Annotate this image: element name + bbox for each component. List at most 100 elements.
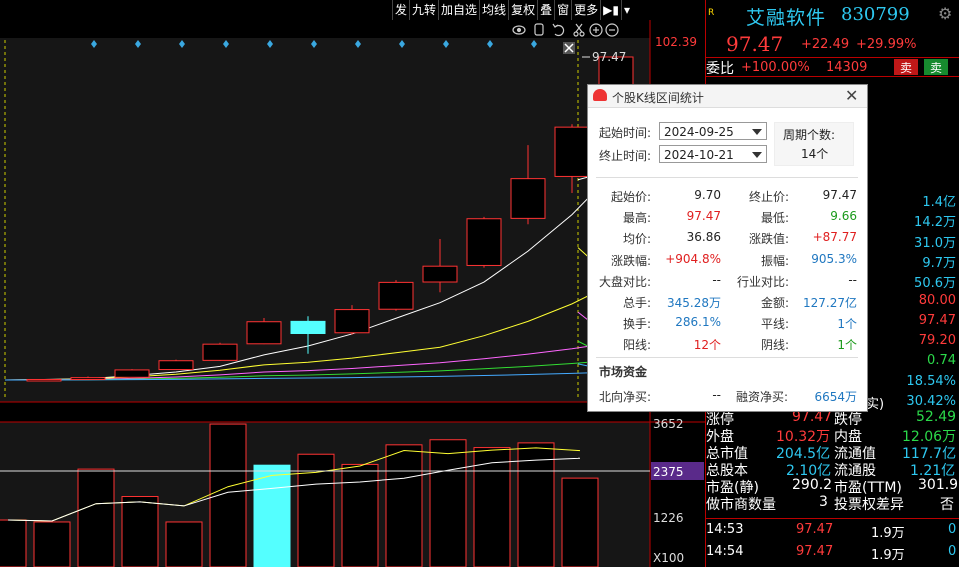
stat-label: 振幅: (760, 253, 789, 268)
end-date-value: 2024-10-21 (664, 148, 734, 162)
chart-toolbar: 发 九转 加自选 均线 复权 叠 窗 更多 ▶▮ ▾ (392, 0, 650, 20)
voting-diff-label: 投票权差异 (834, 497, 904, 513)
weibi-label: 委比 (706, 61, 734, 77)
stat-label: 起始价: (610, 190, 651, 204)
candle-body (378, 281, 414, 310)
capital-title: 市场资金 (599, 365, 648, 379)
volume-bar (33, 521, 71, 567)
quote-value-item: 80.00 (918, 292, 956, 308)
stat-label: 最高: (622, 211, 651, 226)
candle-body (114, 369, 150, 378)
tick-time: 14:54 (706, 544, 744, 559)
volume-bar (517, 442, 555, 567)
quote-value-item: 0.74 (927, 353, 956, 369)
weibi-value: +100.00% (741, 60, 810, 75)
tick-row: 14:53 97.47 1.9万 0 (706, 522, 959, 544)
interval-stats-dialog: 个股K线区间统计 ✕ 起始时间: 2024-09-25 终止时间: 2024-1… (587, 84, 868, 412)
last-price-tag: 97.47 (592, 50, 626, 64)
toolbar-more[interactable]: 更多 (571, 0, 600, 20)
stat-value: 9.70 (694, 188, 721, 202)
candle-body (334, 309, 370, 334)
stat-value: 286.1% (675, 315, 721, 330)
tick-time: 14:53 (706, 522, 744, 537)
quote-value-item: 9.7万 (922, 255, 956, 271)
r-badge: R (708, 8, 715, 18)
stat-value: 127.27亿 (803, 296, 857, 310)
volume-bar (121, 496, 159, 567)
period-count-value: 14个 (801, 147, 829, 161)
stat-label: 换手: (622, 317, 651, 332)
start-date-select[interactable]: 2024-09-25 (659, 122, 767, 140)
north-net-buy-value: -- (712, 388, 721, 402)
quote-value-item: 50.6万 (914, 276, 956, 292)
candle-body (246, 321, 282, 345)
sell-button[interactable]: 卖 (894, 59, 918, 75)
buy-button[interactable]: 卖 (924, 59, 948, 75)
fullscreen-icon[interactable]: ▶▮ (600, 0, 621, 20)
volume-bar (209, 423, 247, 567)
stat-label: 均价: (622, 232, 651, 247)
stock-code: 830799 (841, 4, 910, 25)
limit-down-value: 52.49 (916, 409, 957, 425)
stat-value: 905.3% (811, 251, 857, 266)
stat-label: 涨跌值: (748, 232, 789, 247)
stat-label: 涨跌幅: (610, 253, 651, 268)
toolbar-window[interactable]: 窗 (554, 0, 571, 20)
chevron-down-icon (752, 152, 762, 158)
stat-label: 最低: (760, 211, 789, 226)
volume-bar (253, 464, 291, 567)
stat-label: 终止价: (748, 190, 789, 204)
toolbar-fa[interactable]: 发 (392, 0, 409, 20)
stat-value: 97.47 (686, 209, 721, 224)
candle-body (158, 360, 194, 371)
quote-value-item: 79.20 (918, 333, 956, 349)
dialog-titlebar[interactable]: 个股K线区间统计 ✕ (588, 85, 867, 108)
period-count-label: 周期个数: (783, 128, 836, 142)
tick-row: 14:54 97.47 1.9万 0 (706, 544, 959, 566)
close-range-icon[interactable] (563, 42, 575, 54)
quote-value-item: 31.0万 (914, 235, 956, 251)
candle-body (202, 343, 238, 361)
volume-bar (0, 519, 27, 567)
weicha-value: 14309 (826, 60, 868, 75)
last-price: 97.47 (726, 32, 784, 56)
volume-bar (77, 468, 115, 567)
stat-label: 阳线: (622, 338, 651, 353)
north-net-buy-label: 北向净买: (599, 390, 652, 404)
app-logo-icon (593, 89, 607, 101)
stat-value: 345.28万 (667, 296, 721, 310)
dialog-title: 个股K线区间统计 (612, 91, 704, 105)
tick-volume: 1.9万 (871, 526, 905, 541)
tick-volume: 1.9万 (871, 548, 905, 563)
end-time-label: 终止时间: (599, 149, 652, 163)
volume-bar (385, 444, 423, 567)
end-date-select[interactable]: 2024-10-21 (659, 145, 767, 163)
stat-label: 平线: (760, 317, 789, 332)
volume-bar (341, 463, 379, 567)
stat-label: 行业对比: (736, 274, 789, 289)
vol-axis-mid: 1226 (653, 511, 684, 525)
stat-value: -- (848, 272, 857, 287)
stat-value: +904.8% (665, 251, 721, 266)
toolbar-overlay[interactable]: 叠 (537, 0, 554, 20)
quote-value-item: 1.4亿 (922, 195, 956, 210)
dropdown-icon[interactable]: ▾ (620, 0, 632, 20)
candle-body (510, 178, 546, 219)
toolbar-adjust[interactable]: 复权 (508, 0, 537, 20)
candle-body (554, 126, 590, 177)
toolbar-moving-average[interactable]: 均线 (479, 0, 508, 20)
toolbar-add-watchlist[interactable]: 加自选 (438, 0, 479, 20)
gear-icon[interactable]: ⚙ (938, 4, 952, 23)
axis-top-price: 102.39 (655, 35, 697, 49)
quote-value-item: 30.42% (906, 394, 956, 409)
toolbar-jiuzhuan[interactable]: 九转 (409, 0, 438, 20)
stat-label: 大盘对比: (598, 274, 651, 289)
candle-body (26, 378, 62, 382)
close-icon[interactable]: ✕ (845, 86, 858, 105)
stat-value: 9.66 (830, 209, 857, 224)
vol-axis-unit: X100 (653, 551, 684, 565)
stat-value: 12个 (693, 338, 721, 353)
stock-name: 艾融软件 (746, 7, 827, 29)
candle-body (290, 320, 326, 335)
volume-bar (561, 477, 599, 567)
